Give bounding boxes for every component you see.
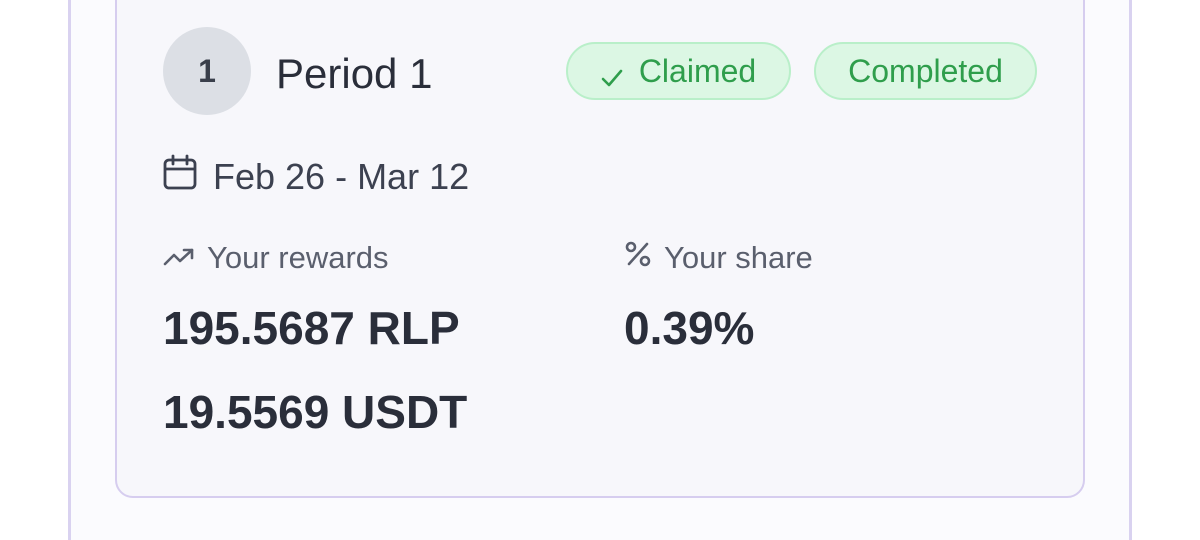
rewards-rlp-value: 195.5687 RLP [163,302,460,354]
completed-label: Completed [848,52,1003,89]
share-value: 0.39% [624,302,755,354]
date-range: Feb 26 - Mar 12 [163,154,469,199]
step-number: 1 [198,52,216,89]
rewards-label: Your rewards [207,240,389,275]
completed-badge: Completed [814,42,1037,100]
step-number-badge: 1 [163,27,251,115]
share-label: Your share [664,240,813,275]
rewards-label-row: Your rewards [163,240,389,276]
rewards-usdt-value: 19.5569 USDT [163,386,468,438]
check-icon [601,60,623,87]
claimed-label: Claimed [638,52,757,89]
period-title: Period 1 [276,50,433,97]
date-range-text: Feb 26 - Mar 12 [213,155,470,197]
trending-up-icon [163,240,207,276]
share-label-row: Your share [624,240,813,276]
claimed-badge: Claimed [566,42,791,100]
percent-icon [624,240,664,276]
calendar-icon [163,154,213,199]
